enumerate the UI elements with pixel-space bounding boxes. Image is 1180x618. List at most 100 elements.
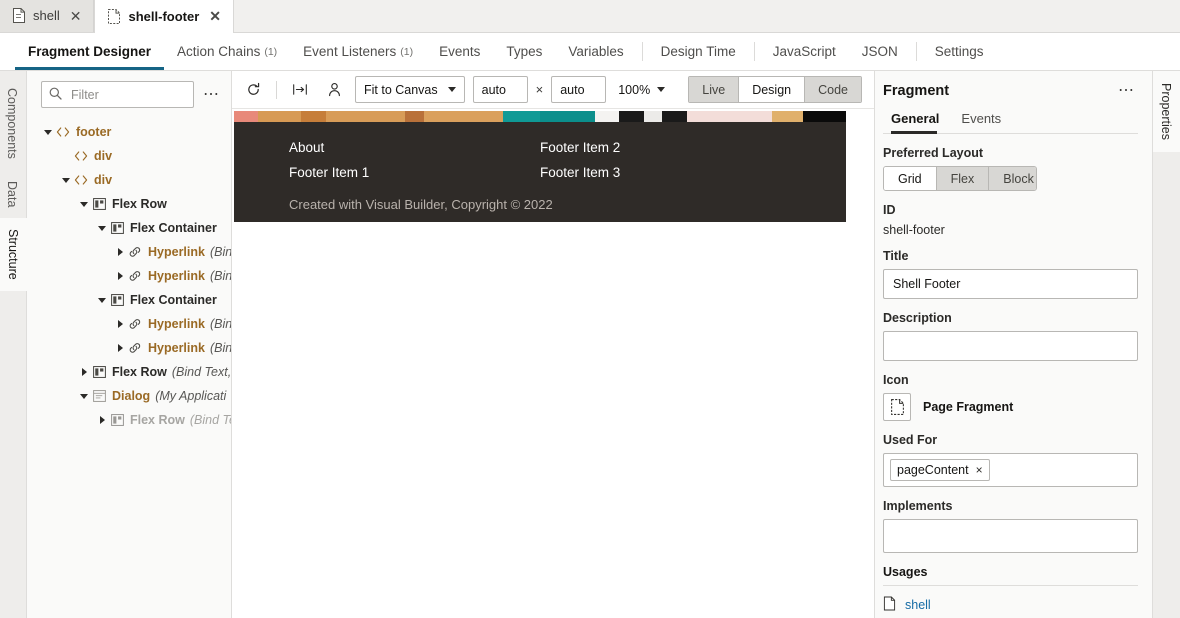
stripe-segment — [619, 111, 644, 122]
canvas-size-select[interactable]: Fit to Canvas — [355, 76, 465, 103]
overflow-menu-icon[interactable]: ⋯ — [200, 86, 223, 102]
stripe-segment — [258, 111, 302, 122]
twisty-expanded-icon[interactable] — [95, 225, 109, 231]
layout-option-label: Block — [1003, 171, 1034, 186]
filter-input[interactable] — [69, 86, 186, 103]
footer-link-item-3[interactable]: Footer Item 3 — [540, 165, 620, 180]
twisty-collapsed-icon[interactable] — [113, 344, 127, 352]
tab-types[interactable]: Types — [493, 33, 555, 70]
twisty-expanded-icon[interactable] — [77, 201, 91, 207]
footer-row-2: Footer Item 1 Footer Item 3 — [289, 165, 791, 190]
description-input[interactable] — [883, 331, 1138, 361]
view-mode-live[interactable]: Live — [689, 77, 740, 102]
window-tab-shell[interactable]: shell ✕ — [0, 0, 95, 32]
title-input[interactable] — [883, 269, 1138, 299]
tree-item[interactable]: Flex Row (Bind Te — [27, 408, 231, 432]
properties-tab-events[interactable]: Events — [961, 111, 1011, 133]
twisty-collapsed-icon[interactable] — [77, 368, 91, 376]
tab-label: Events — [439, 44, 481, 59]
twisty-collapsed-icon[interactable] — [113, 320, 127, 328]
tab-label: JSON — [861, 44, 898, 59]
tab-javascript[interactable]: JavaScript — [760, 33, 849, 70]
right-rail-filler — [1153, 151, 1180, 618]
tree-item[interactable]: Dialog (My Applicati — [27, 384, 231, 408]
tree-item[interactable]: Flex Container — [27, 216, 231, 240]
user-icon[interactable] — [321, 77, 347, 103]
left-rail-filler — [0, 291, 27, 618]
tab-json[interactable]: JSON — [849, 33, 911, 70]
tree-item[interactable]: div — [27, 168, 231, 192]
footer-link-about[interactable]: About — [289, 140, 324, 155]
close-icon[interactable]: ✕ — [69, 9, 83, 23]
id-label: ID — [883, 203, 896, 217]
tree-item[interactable]: footer — [27, 120, 231, 144]
filter-box[interactable] — [41, 81, 194, 108]
tree-item[interactable]: Flex Row — [27, 192, 231, 216]
implements-field[interactable] — [883, 519, 1138, 553]
tree-item-binding: (Bind Text, — [171, 365, 231, 379]
twisty-expanded-icon[interactable] — [95, 297, 109, 303]
tree-item[interactable]: Hyperlink (Bind — [27, 240, 231, 264]
view-mode-code[interactable]: Code — [805, 77, 861, 102]
tree-item[interactable]: div — [27, 144, 231, 168]
tree-item[interactable]: Flex Row (Bind Text, — [27, 360, 231, 384]
tree-item[interactable]: Hyperlink (Bind — [27, 312, 231, 336]
title-label: Title — [883, 249, 909, 263]
page-fragment-icon[interactable] — [883, 393, 911, 421]
tree-item[interactable]: Hyperlink (Bind — [27, 264, 231, 288]
rail-tab-structure[interactable]: Structure — [0, 218, 27, 291]
fragment-preview[interactable]: About Footer Item 2 Footer Item 1 Footer… — [234, 111, 846, 222]
rail-tab-components[interactable]: Components — [0, 77, 26, 170]
rail-tab-properties[interactable]: Properties — [1153, 71, 1180, 152]
twisty-collapsed-icon[interactable] — [113, 272, 127, 280]
tab-settings[interactable]: Settings — [922, 33, 997, 70]
tree-item-label: Flex Row — [112, 197, 167, 211]
twisty-expanded-icon[interactable] — [41, 129, 55, 135]
usage-item-shell[interactable]: shell — [883, 586, 1138, 614]
tab-events[interactable]: Events — [426, 33, 493, 70]
usage-link-label[interactable]: shell — [905, 598, 931, 612]
tab-action-chains[interactable]: Action Chains (1) — [164, 33, 290, 70]
view-mode-design[interactable]: Design — [739, 77, 806, 102]
tab-variables[interactable]: Variables — [555, 33, 636, 70]
chip-page-content[interactable]: pageContent × — [890, 459, 990, 481]
dialog-icon — [91, 390, 107, 402]
preferred-layout-group-buttons: Grid Flex Block — [883, 166, 1037, 191]
layout-option-flex[interactable]: Flex — [936, 167, 990, 190]
zoom-select[interactable]: 100% — [614, 83, 666, 97]
tab-label: Variables — [568, 44, 624, 59]
twisty-expanded-icon[interactable] — [59, 177, 73, 183]
twisty-expanded-icon[interactable] — [77, 393, 91, 399]
used-for-field[interactable]: pageContent × — [883, 453, 1138, 487]
tree-item[interactable]: Hyperlink (Bind — [27, 336, 231, 360]
footer-link-item-1[interactable]: Footer Item 1 — [289, 165, 369, 180]
close-icon[interactable]: ✕ — [208, 9, 222, 23]
layout-option-grid[interactable]: Grid — [884, 167, 937, 190]
tab-event-listeners[interactable]: Event Listeners (1) — [290, 33, 426, 70]
refresh-icon[interactable] — [240, 77, 266, 103]
twisty-collapsed-icon[interactable] — [95, 416, 109, 424]
responsive-preview-icon[interactable] — [287, 77, 313, 103]
tab-fragment-designer[interactable]: Fragment Designer — [15, 33, 165, 70]
canvas-height-input[interactable]: auto — [551, 76, 607, 103]
tab-divider — [915, 42, 917, 61]
usages-label: Usages — [883, 565, 1138, 586]
properties-title: Fragment — [883, 83, 950, 99]
canvas-surface[interactable]: About Footer Item 2 Footer Item 1 Footer… — [232, 109, 874, 618]
stripe-segment — [503, 111, 540, 122]
flex-row-icon — [91, 198, 107, 210]
canvas-width-input[interactable]: auto — [472, 76, 528, 103]
rail-tab-data[interactable]: Data — [0, 169, 26, 219]
chip-remove-icon[interactable]: × — [976, 463, 983, 477]
tree-item[interactable]: Flex Container — [27, 288, 231, 312]
tab-divider — [641, 42, 643, 61]
tab-design-time[interactable]: Design Time — [648, 33, 749, 70]
twisty-collapsed-icon[interactable] — [113, 248, 127, 256]
window-tab-shell-footer[interactable]: shell-footer ✕ — [94, 0, 235, 33]
properties-tab-general[interactable]: General — [891, 111, 949, 134]
overflow-menu-icon[interactable]: ⋯ — [1115, 83, 1138, 99]
canvas-area: Fit to Canvas auto × auto 100% Live Desi… — [232, 71, 874, 618]
tree-item-binding: (Bind — [209, 245, 231, 259]
footer-link-item-2[interactable]: Footer Item 2 — [540, 140, 620, 155]
layout-option-block[interactable]: Block — [989, 167, 1036, 190]
